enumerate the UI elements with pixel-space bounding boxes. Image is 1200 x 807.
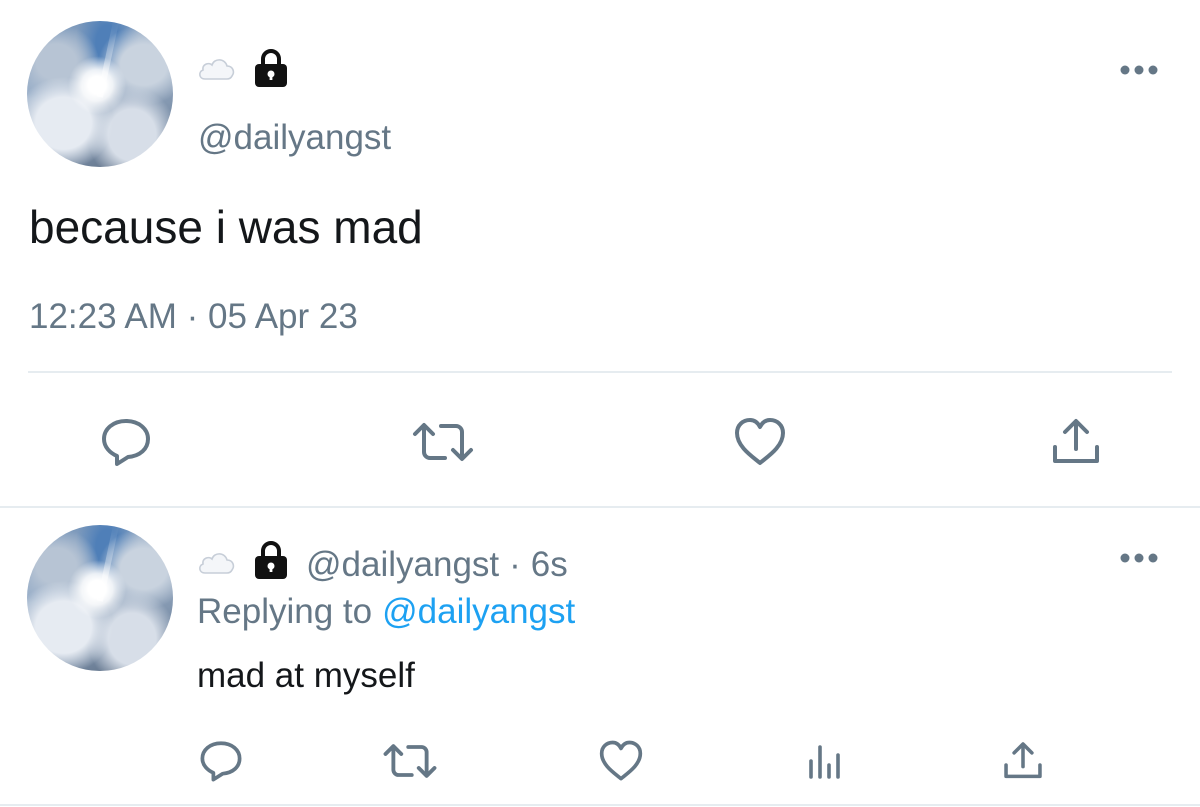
- avatar[interactable]: [27, 525, 173, 671]
- reply-header: @dailyangst · 6s: [196, 540, 568, 589]
- retweet-button[interactable]: [380, 736, 440, 786]
- like-button[interactable]: [596, 736, 646, 786]
- share-button[interactable]: [998, 736, 1048, 786]
- reply-icon: [102, 419, 150, 466]
- handle[interactable]: @dailyangst: [198, 118, 391, 158]
- analytics-icon: [809, 745, 840, 779]
- tweet-text: mad at myself: [197, 656, 415, 695]
- share-icon: [1053, 419, 1099, 463]
- tweet-text: because i was mad: [29, 201, 423, 253]
- avatar[interactable]: [27, 21, 173, 167]
- handle[interactable]: @dailyangst: [306, 545, 499, 585]
- display-name[interactable]: [196, 48, 290, 93]
- like-icon: [599, 740, 643, 781]
- lock-icon: [252, 48, 290, 93]
- bottom-divider: [0, 804, 1200, 806]
- more-options-icon[interactable]: [1118, 60, 1162, 85]
- tweet-separator: [0, 506, 1200, 508]
- cloud-icon: [196, 545, 236, 585]
- share-icon: [1004, 742, 1042, 779]
- replying-label: Replying to: [197, 592, 373, 631]
- reply-button[interactable]: [96, 414, 156, 470]
- reply-icon: [200, 741, 242, 782]
- meta-separator: ·: [509, 544, 521, 584]
- timestamp[interactable]: 12:23 AM · 05 Apr 23: [29, 297, 358, 337]
- divider: [28, 371, 1172, 373]
- retweet-button[interactable]: [410, 414, 476, 470]
- retweet-icon: [413, 423, 473, 461]
- like-button[interactable]: [730, 414, 790, 470]
- replying-mention-link[interactable]: @dailyangst: [382, 592, 575, 631]
- retweet-icon: [383, 744, 437, 778]
- cloud-icon: [196, 54, 236, 87]
- lock-icon: [252, 540, 290, 589]
- more-options-icon[interactable]: [1118, 548, 1162, 573]
- replying-to: Replying to @dailyangst: [197, 592, 575, 632]
- analytics-button[interactable]: [800, 736, 850, 786]
- tweet-age[interactable]: 6s: [531, 545, 568, 585]
- share-button[interactable]: [1046, 414, 1106, 470]
- like-icon: [735, 418, 785, 465]
- reply-button[interactable]: [196, 736, 246, 786]
